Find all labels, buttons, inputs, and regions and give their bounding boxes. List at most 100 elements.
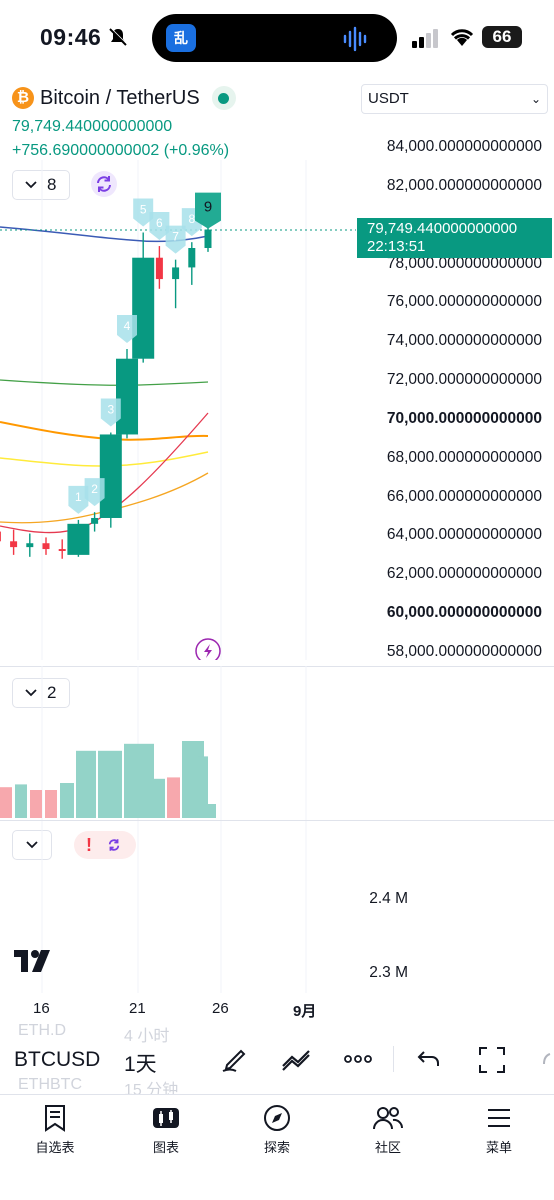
more-options-icon[interactable] bbox=[342, 1044, 374, 1074]
date-label: 26 bbox=[212, 1000, 229, 1017]
td-marker-label: 6 bbox=[156, 216, 163, 230]
nav-watchlist[interactable]: 自选表 bbox=[10, 1103, 100, 1156]
chart-toolbar: ETH.D 4 小时 ETHBTC 15 分钟 BTCUSD 1天 bbox=[0, 1022, 554, 1099]
price-axis-label: 84,000.000000000000 bbox=[386, 138, 542, 155]
candle bbox=[188, 242, 196, 285]
candle bbox=[67, 519, 90, 557]
events-lightning-icon bbox=[195, 638, 221, 660]
volume-bar bbox=[198, 756, 208, 818]
bottom-navigation: 自选表 图表 探索 社区 菜单 bbox=[0, 1094, 554, 1200]
recent-symbol: ETH.D bbox=[18, 1022, 66, 1039]
volume-bar bbox=[152, 778, 165, 818]
volume-bar bbox=[208, 804, 216, 818]
audio-wave-icon bbox=[343, 26, 367, 52]
date-label: 21 bbox=[129, 1000, 146, 1017]
mute-bell-icon bbox=[109, 27, 128, 46]
price-axis-label: 60,000.000000000000 bbox=[386, 604, 542, 622]
nav-label: 菜单 bbox=[485, 1140, 512, 1155]
symbol-header[interactable]: ₿ Bitcoin / TetherUS bbox=[12, 86, 236, 110]
currency-select[interactable]: USDT ⌄ bbox=[361, 84, 548, 114]
candle-body bbox=[58, 549, 66, 551]
drawing-pen-icon[interactable] bbox=[220, 1044, 250, 1074]
date-label: 9月 bbox=[293, 1003, 317, 1020]
trend-line-icon[interactable] bbox=[280, 1044, 312, 1074]
candle-body bbox=[0, 531, 1, 542]
candle bbox=[42, 537, 50, 555]
candle bbox=[10, 529, 18, 555]
candle bbox=[26, 533, 34, 557]
td-marker-label: 2 bbox=[91, 482, 98, 496]
volume-bar bbox=[167, 777, 180, 818]
volume-chart[interactable] bbox=[0, 666, 356, 820]
symbol-search-button[interactable]: BTCUSD bbox=[14, 1048, 100, 1072]
price-chart[interactable]: 12 3 4 56789 bbox=[0, 160, 356, 660]
candle bbox=[0, 531, 1, 542]
price-axis-label: 62,000.000000000000 bbox=[386, 565, 542, 583]
interval-button[interactable]: 1天 bbox=[124, 1048, 157, 1078]
recent-symbol: ETHBTC bbox=[18, 1076, 82, 1093]
candle-body bbox=[10, 541, 18, 548]
td-marker-label: 3 bbox=[107, 403, 114, 417]
price-axis-label: 72,000.000000000000 bbox=[386, 371, 542, 389]
candle-body bbox=[132, 257, 155, 359]
nav-community[interactable]: 社区 bbox=[343, 1103, 433, 1156]
price-axis-label: 64,000.000000000000 bbox=[386, 526, 542, 544]
td-marker: 7 bbox=[165, 225, 186, 254]
candle bbox=[116, 349, 138, 439]
redo-icon[interactable] bbox=[538, 1044, 554, 1074]
td-marker-label: 7 bbox=[172, 230, 179, 244]
td-marker-label: 5 bbox=[140, 202, 147, 216]
chart-icon bbox=[153, 1108, 179, 1128]
candle-body bbox=[67, 523, 90, 555]
price-axis-label: 70,000.000000000000 bbox=[386, 409, 542, 427]
undo-icon[interactable] bbox=[414, 1044, 444, 1074]
price-axis-label: 68,000.000000000000 bbox=[386, 448, 542, 466]
candle-body bbox=[26, 543, 34, 548]
date-label: 16 bbox=[33, 1000, 50, 1017]
chevron-down-icon: ⌄ bbox=[530, 92, 541, 106]
volume-axis-label: 2.3 M bbox=[369, 964, 408, 981]
volume-bar bbox=[60, 783, 74, 818]
candle bbox=[204, 226, 212, 252]
candle-body bbox=[42, 543, 50, 550]
bitcoin-logo-icon: ₿ bbox=[12, 87, 34, 109]
menu-icon bbox=[488, 1109, 510, 1127]
dynamic-island: 乱 bbox=[152, 14, 397, 62]
price-axis-label: 76,000.000000000000 bbox=[386, 293, 542, 311]
status-bar: 09:46 乱 66 bbox=[0, 0, 554, 76]
nav-label: 自选表 bbox=[35, 1140, 75, 1155]
td-marker-label: 8 bbox=[188, 212, 195, 226]
last-price: 79,749.440000000000 bbox=[12, 118, 173, 135]
nav-chart[interactable]: 图表 bbox=[121, 1103, 211, 1156]
candle-body bbox=[204, 229, 212, 248]
nav-label: 图表 bbox=[152, 1140, 179, 1155]
current-price-tag: 79,749.440000000000 22:13:51 bbox=[357, 218, 552, 258]
compass-icon bbox=[264, 1105, 290, 1131]
candle-body bbox=[91, 517, 99, 524]
nav-explore[interactable]: 探索 bbox=[232, 1103, 322, 1156]
volume-axis-label: 2.4 M bbox=[369, 890, 408, 907]
candle-body bbox=[155, 257, 163, 280]
cellular-signal-icon bbox=[412, 29, 438, 48]
nav-label: 探索 bbox=[263, 1140, 290, 1155]
current-price-value: 79,749.440000000000 bbox=[367, 220, 518, 237]
nav-label: 社区 bbox=[374, 1140, 401, 1155]
ma-green-line bbox=[0, 379, 209, 386]
community-icon bbox=[373, 1107, 404, 1130]
currency-value: USDT bbox=[368, 90, 409, 107]
recent-interval: 4 小时 bbox=[124, 1028, 170, 1045]
symbol-name: Bitcoin / TetherUS bbox=[40, 86, 200, 109]
toolbar-divider bbox=[393, 1046, 394, 1072]
price-axis-label: 74,000.000000000000 bbox=[386, 332, 542, 350]
price-axis-label: 58,000.000000000000 bbox=[386, 643, 542, 660]
wifi-icon bbox=[450, 29, 474, 46]
nav-menu[interactable]: 菜单 bbox=[454, 1103, 544, 1156]
candle-countdown: 22:13:51 bbox=[367, 238, 426, 255]
candle-body bbox=[188, 248, 196, 268]
volume-bar bbox=[0, 787, 12, 818]
fullscreen-icon[interactable] bbox=[476, 1044, 508, 1076]
volume-bar bbox=[124, 743, 154, 818]
time-axis[interactable]: 16 21 26 9月 bbox=[0, 993, 356, 1023]
status-time: 09:46 bbox=[40, 24, 102, 50]
td-marker-label: 1 bbox=[75, 490, 82, 504]
